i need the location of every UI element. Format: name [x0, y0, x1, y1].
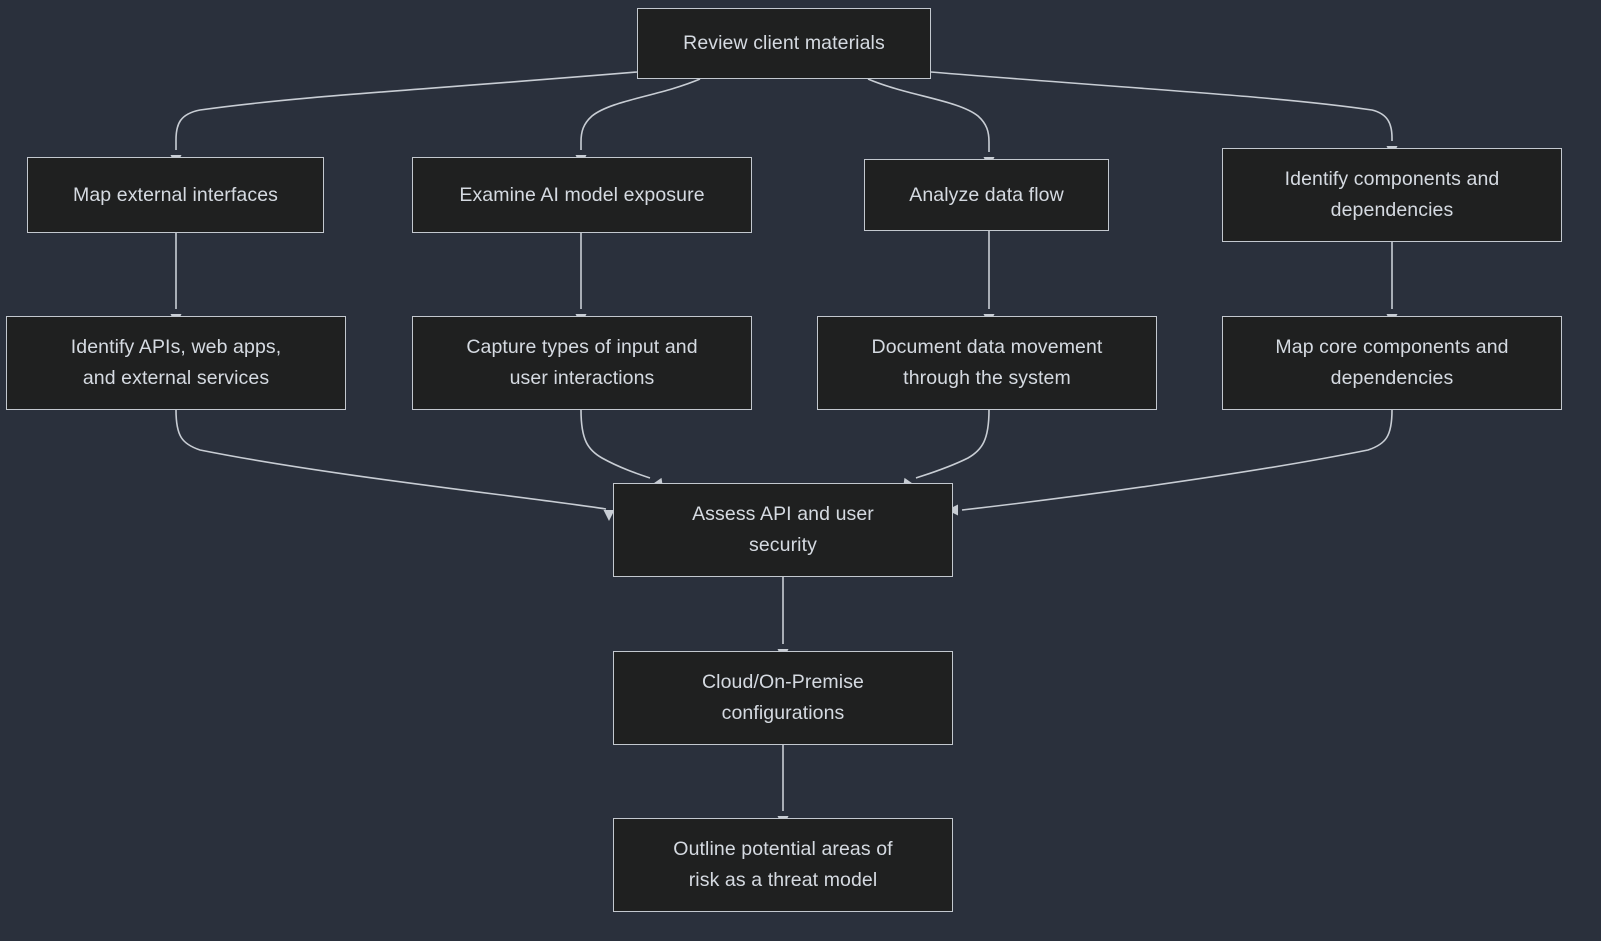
node-identify_apis[interactable]: Identify APIs, web apps, and external se…	[6, 316, 346, 410]
node-examine_ai[interactable]: Examine AI model exposure	[412, 157, 752, 233]
edge-capture_types-to-assess_api	[580, 409, 651, 479]
node-outline_risk[interactable]: Outline potential areas of risk as a thr…	[613, 818, 953, 912]
edge-map_core-to-assess_api	[961, 409, 1393, 511]
node-assess_api[interactable]: Assess API and user security	[613, 483, 953, 577]
edge-review-to-analyze_flow	[867, 78, 990, 152]
node-analyze_flow[interactable]: Analyze data flow	[864, 159, 1109, 231]
node-map_core[interactable]: Map core components and dependencies	[1222, 316, 1562, 410]
edge-identify_apis-to-assess_api	[175, 409, 607, 510]
node-capture_types[interactable]: Capture types of input and user interact…	[412, 316, 752, 410]
edge-layer	[170, 71, 1398, 827]
node-document_data[interactable]: Document data movement through the syste…	[817, 316, 1157, 410]
node-map_external[interactable]: Map external interfaces	[27, 157, 324, 233]
edge-review-to-map_external	[175, 71, 638, 150]
edge-review-to-examine_ai	[580, 78, 701, 150]
flowchart-canvas: Review client materials Map external inte…	[0, 0, 1601, 941]
node-identify_components[interactable]: Identify components and dependencies	[1222, 148, 1562, 242]
edge-document_data-to-assess_api	[915, 409, 990, 479]
node-review[interactable]: Review client materials	[637, 8, 931, 79]
node-cloud_config[interactable]: Cloud/On-Premise configurations	[613, 651, 953, 745]
edge-review-to-identify_components	[930, 71, 1393, 141]
